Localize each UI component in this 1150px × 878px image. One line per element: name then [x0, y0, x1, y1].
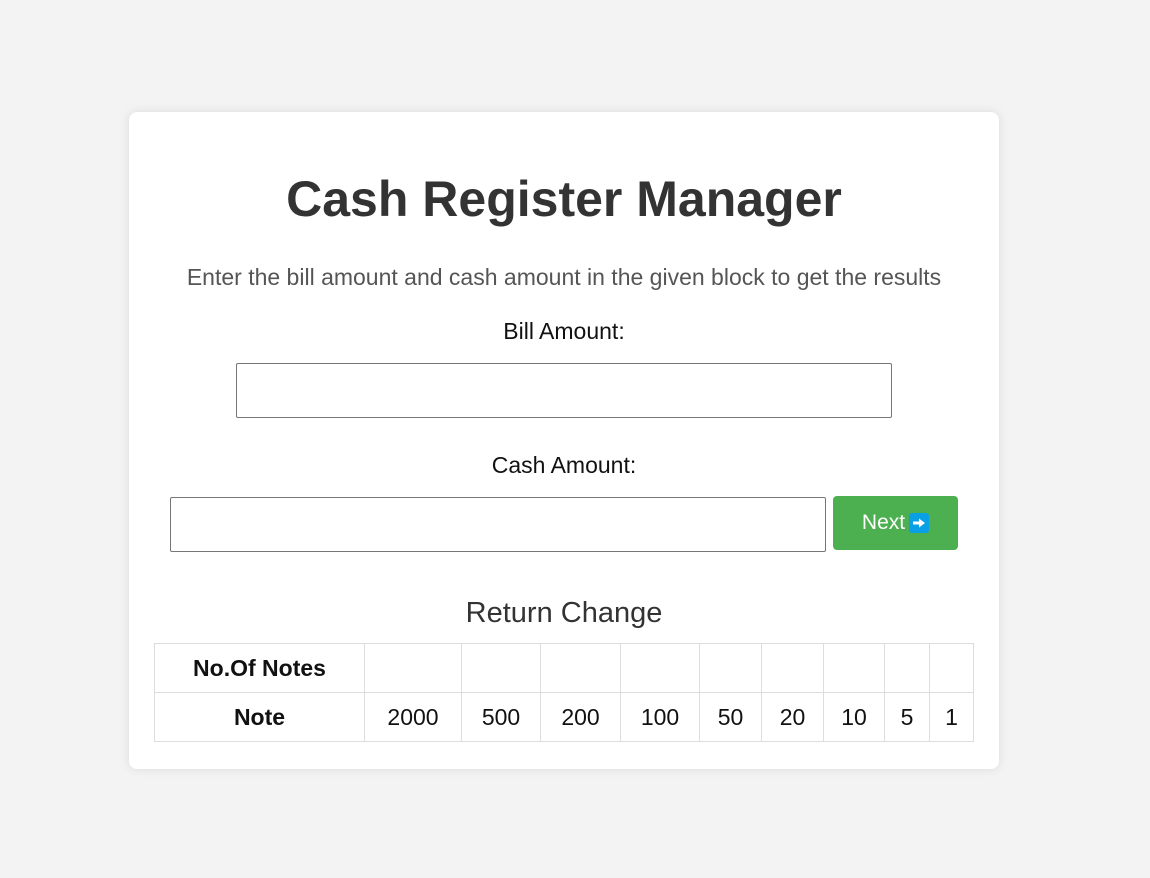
note-value-cell: 10 [823, 692, 885, 742]
page-title: Cash Register Manager [286, 171, 842, 227]
notes-count-cell [929, 643, 974, 693]
bill-amount-input[interactable] [236, 363, 892, 418]
row-header-notes-count: No.Of Notes [154, 643, 365, 693]
note-value-cell: 100 [620, 692, 700, 742]
table-row-notes-count: No.Of Notes [154, 643, 974, 693]
note-value-cell: 500 [461, 692, 541, 742]
note-value-cell: 50 [699, 692, 762, 742]
right-arrow-icon [909, 513, 930, 533]
notes-count-cell [823, 643, 885, 693]
page-subtitle: Enter the bill amount and cash amount in… [186, 264, 942, 290]
return-change-title: Return Change [465, 597, 663, 629]
cash-amount-input[interactable] [170, 497, 826, 552]
change-table: No.Of Notes Note 2000 500 200 100 50 20 … [154, 643, 974, 742]
notes-count-cell [620, 643, 700, 693]
note-value-cell: 1 [929, 692, 974, 742]
notes-count-cell [884, 643, 930, 693]
notes-count-cell [461, 643, 541, 693]
row-header-note: Note [154, 692, 365, 742]
notes-count-cell [364, 643, 462, 693]
note-value-cell: 5 [884, 692, 930, 742]
note-value-cell: 20 [761, 692, 824, 742]
note-value-cell: 2000 [364, 692, 462, 742]
table-row-note: Note 2000 500 200 100 50 20 10 5 1 [154, 692, 974, 742]
bill-amount-label: Bill Amount: [503, 318, 625, 344]
notes-count-cell [761, 643, 824, 693]
next-button-label: Next [861, 511, 906, 534]
cash-amount-label: Cash Amount: [491, 452, 637, 478]
note-value-cell: 200 [540, 692, 621, 742]
next-button[interactable]: Next [833, 496, 958, 550]
notes-count-cell [699, 643, 762, 693]
notes-count-cell [540, 643, 621, 693]
